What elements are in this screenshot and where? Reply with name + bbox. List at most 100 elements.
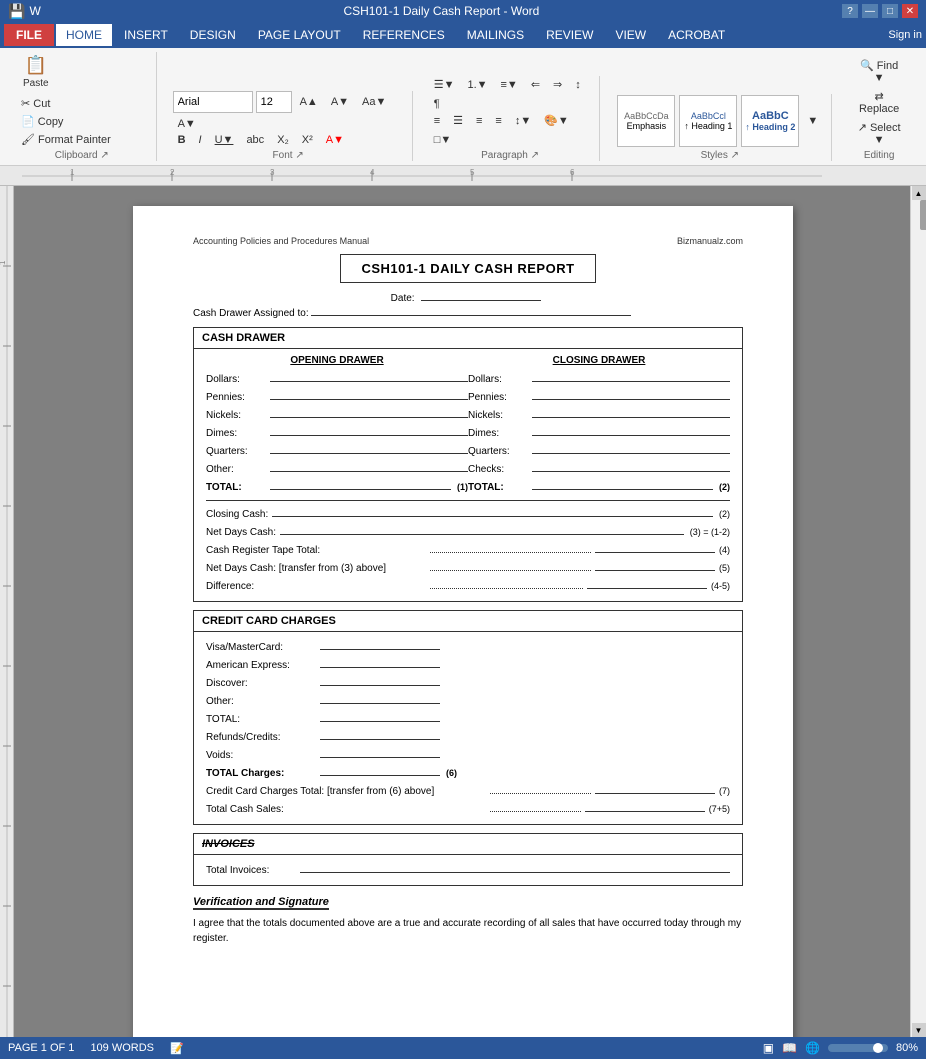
cc-charges-total-row: Credit Card Charges Total: [transfer fro… [206, 782, 730, 797]
references-menu-item[interactable]: REFERENCES [353, 24, 455, 46]
subscript-btn[interactable]: X₂ [272, 132, 294, 148]
acrobat-menu-item[interactable]: ACROBAT [658, 24, 735, 46]
ribbon: 📋 Paste ✂ Cut 📄 Copy 🖌 Format Painter Cl… [0, 48, 926, 166]
menu-bar: FILE HOME INSERT DESIGN PAGE LAYOUT REFE… [0, 22, 926, 48]
numbering-btn[interactable]: 1.▼ [462, 77, 492, 93]
svg-text:3: 3 [270, 168, 275, 177]
change-case-btn[interactable]: Aa▼ [357, 94, 391, 110]
font-color-btn[interactable]: A▼ [321, 132, 349, 148]
svg-text:1: 1 [0, 260, 7, 265]
opening-total-label: TOTAL: [206, 482, 266, 493]
increase-font-btn[interactable]: A▲ [295, 94, 323, 110]
refunds-label: Refunds/Credits: [206, 732, 316, 743]
mailings-menu-item[interactable]: MAILINGS [457, 24, 534, 46]
italic-button[interactable]: I [194, 132, 207, 148]
page-layout-menu-item[interactable]: PAGE LAYOUT [248, 24, 351, 46]
total-cash-sales-num: (7+5) [709, 804, 730, 814]
bold-button[interactable]: B [173, 132, 191, 148]
editing-label: Editing [848, 150, 910, 161]
heading1-style[interactable]: AaBbCcl ↑ Heading 1 [679, 95, 737, 147]
format-painter-button[interactable]: 🖌 Format Painter [16, 131, 116, 148]
credit-card-section: CREDIT CARD CHARGES Visa/MasterCard: Ame… [193, 610, 743, 825]
find-button[interactable]: 🔍 Find ▼ [848, 57, 910, 86]
cash-drawer-content: OPENING DRAWER Dollars: Pennies: Nickels… [194, 349, 742, 601]
closing-pennies-line [532, 388, 730, 400]
align-right-btn[interactable]: ≡ [471, 113, 487, 129]
closing-quarters-row: Quarters: [468, 442, 730, 457]
decrease-indent-btn[interactable]: ⇐ [526, 76, 545, 93]
justify-btn[interactable]: ≡ [490, 113, 506, 129]
increase-indent-btn[interactable]: ⇒ [548, 76, 567, 93]
cash-drawer-header: CASH DRAWER [194, 328, 742, 349]
emphasis-style[interactable]: AaBbCcDa Emphasis [617, 95, 675, 147]
borders-btn[interactable]: □▼ [429, 132, 457, 148]
words-status: 109 WORDS [90, 1042, 154, 1055]
invoices-content: Total Invoices: [194, 855, 742, 885]
sign-in-link[interactable]: Sign in [888, 29, 922, 41]
register-tape-line [595, 541, 715, 553]
sort-btn[interactable]: ↕ [570, 77, 586, 93]
difference-row: Difference: (4-5) [206, 577, 730, 592]
line-spacing-btn[interactable]: ↕▼ [510, 113, 536, 129]
total-invoices-row: Total Invoices: [206, 861, 730, 876]
track-changes-icon[interactable]: 📝 [170, 1042, 184, 1055]
credit-card-content: Visa/MasterCard: American Express: Disco… [194, 632, 742, 824]
opening-dollars-row: Dollars: [206, 370, 468, 385]
svg-text:4: 4 [370, 168, 375, 177]
visa-row: Visa/MasterCard: [206, 638, 730, 653]
difference-fill [430, 577, 583, 589]
opening-dollars-line [270, 370, 468, 382]
styles-group: AaBbCcDa Emphasis AaBbCcl ↑ Heading 1 Aa… [608, 94, 832, 161]
underline-button[interactable]: U▼ [210, 132, 239, 148]
help-btn[interactable]: ? [842, 4, 858, 18]
zoom-bar[interactable] [828, 1044, 888, 1052]
home-menu-item[interactable]: HOME [56, 24, 112, 46]
design-menu-item[interactable]: DESIGN [180, 24, 246, 46]
layout-view-btn[interactable]: ▣ [763, 1041, 774, 1055]
credit-card-header: CREDIT CARD CHARGES [194, 611, 742, 632]
vertical-scrollbar[interactable]: ▲ ▼ [910, 186, 926, 1037]
cc-charges-total-num: (7) [719, 786, 730, 796]
strikethrough-btn[interactable]: abc [241, 132, 269, 148]
restore-btn[interactable]: □ [882, 4, 898, 18]
total-invoices-label: Total Invoices: [206, 865, 296, 876]
read-view-btn[interactable]: 📖 [782, 1041, 797, 1055]
show-hide-btn[interactable]: ¶ [429, 96, 445, 112]
close-btn[interactable]: ✕ [902, 4, 918, 18]
text-highlight-btn[interactable]: A▼ [173, 116, 201, 132]
cut-button[interactable]: ✂ Cut [16, 95, 116, 112]
heading2-style[interactable]: AaBbC ↑ Heading 2 [741, 95, 799, 147]
decrease-font-btn[interactable]: A▼ [326, 94, 354, 110]
copy-button[interactable]: 📄 Copy [16, 113, 116, 130]
select-button[interactable]: ↗ Select ▼ [848, 119, 910, 148]
align-center-btn[interactable]: ☰ [448, 112, 468, 129]
closing-cash-label: Closing Cash: [206, 509, 268, 520]
insert-menu-item[interactable]: INSERT [114, 24, 178, 46]
superscript-btn[interactable]: X² [297, 132, 318, 148]
minimize-btn[interactable]: — [862, 4, 878, 18]
paragraph-group: ☰▼ 1.▼ ≡▼ ⇐ ⇒ ↕ ¶ ≡ ☰ ≡ ≡ ↕▼ 🎨▼ □▼ Parag… [421, 76, 601, 161]
multilevel-btn[interactable]: ≡▼ [496, 77, 523, 93]
bullets-btn[interactable]: ☰▼ [429, 76, 460, 93]
vertical-ruler: 1 [0, 186, 14, 1037]
invoices-section: INVOICES Total Invoices: [193, 833, 743, 886]
file-menu-btn[interactable]: FILE [4, 24, 54, 46]
replace-button[interactable]: ⇄ Replace [848, 88, 910, 117]
paste-button[interactable]: 📋 Paste [16, 52, 56, 92]
more-styles-btn[interactable]: ▼ [802, 113, 823, 129]
svg-text:6: 6 [570, 168, 575, 177]
closing-checks-label: Checks: [468, 464, 528, 475]
shading-btn[interactable]: 🎨▼ [539, 112, 574, 129]
review-menu-item[interactable]: REVIEW [536, 24, 603, 46]
cc-other-line [320, 692, 440, 704]
align-left-btn[interactable]: ≡ [429, 113, 445, 129]
svg-text:1: 1 [70, 168, 75, 177]
web-view-btn[interactable]: 🌐 [805, 1041, 820, 1055]
font-size-input[interactable] [256, 91, 292, 113]
net-days-transfer-row: Net Days Cash: [transfer from (3) above]… [206, 559, 730, 574]
view-menu-item[interactable]: VIEW [605, 24, 656, 46]
opening-quarters-row: Quarters: [206, 442, 468, 457]
total-cash-sales-row: Total Cash Sales: (7+5) [206, 800, 730, 815]
difference-label: Difference: [206, 581, 426, 592]
font-name-input[interactable] [173, 91, 253, 113]
